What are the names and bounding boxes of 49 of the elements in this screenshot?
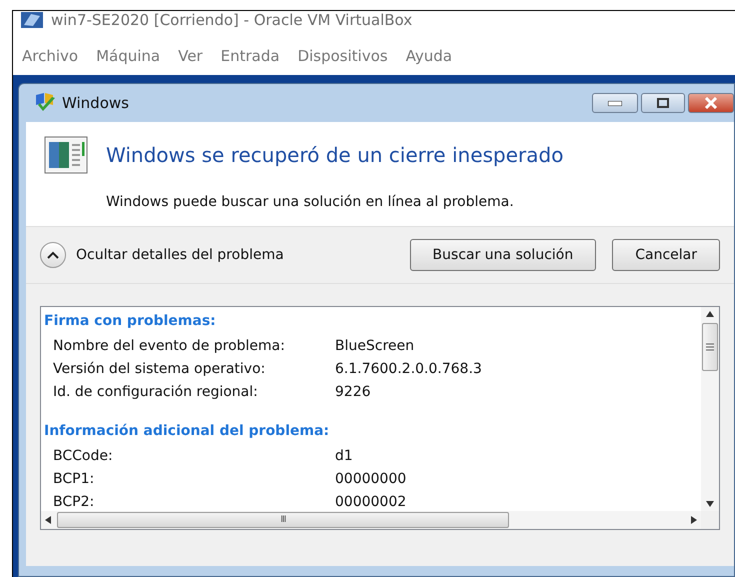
- horizontal-scrollbar[interactable]: III: [41, 511, 701, 529]
- scroll-right-icon[interactable]: [691, 516, 697, 524]
- detail-label: Versión del sistema operativo:: [53, 360, 266, 376]
- detail-label: BCCode:: [53, 448, 114, 464]
- maximize-icon: [657, 98, 669, 108]
- details-toggle-label[interactable]: Ocultar detalles del problema: [76, 247, 284, 263]
- close-button[interactable]: [688, 93, 734, 113]
- dialog-heading: Windows se recuperó de un cierre inesperado: [106, 143, 564, 167]
- menu-item[interactable]: Dispositivos: [288, 47, 397, 65]
- maximize-button[interactable]: [641, 93, 685, 113]
- scrollbar-corner: [701, 511, 719, 529]
- window-title: win7-SE2020 [Corriendo] - Oracle VM VirtualBox: [51, 11, 412, 29]
- detail-label: BCP1:: [53, 470, 96, 486]
- cancel-button[interactable]: Cancelar: [612, 239, 720, 271]
- scroll-left-icon[interactable]: [45, 516, 51, 524]
- dialog-title: Windows: [62, 94, 129, 112]
- detail-value: BlueScreen: [335, 338, 416, 354]
- scroll-up-icon[interactable]: [706, 311, 714, 317]
- detail-value: 00000002: [335, 494, 408, 510]
- detail-label: Id. de configuración regional:: [53, 384, 259, 400]
- section-heading: Firma con problemas:: [44, 313, 217, 331]
- menu-item[interactable]: Máquina: [87, 47, 170, 65]
- scroll-down-icon[interactable]: [706, 501, 714, 507]
- vertical-scrollbar[interactable]: [701, 307, 719, 511]
- minimize-icon: [608, 100, 622, 106]
- scroll-grip: III: [280, 515, 286, 525]
- find-solution-button[interactable]: Buscar una solución: [410, 239, 596, 271]
- menu-item[interactable]: Ayuda: [396, 47, 462, 65]
- grip-icon: [706, 343, 714, 351]
- menu-item[interactable]: Ver: [169, 47, 212, 65]
- menu-item[interactable]: Entrada: [212, 47, 289, 65]
- detail-value: 00000000: [335, 470, 408, 486]
- scroll-thumb[interactable]: III: [57, 512, 509, 528]
- menu-item[interactable]: Archivo: [13, 47, 88, 65]
- scroll-thumb[interactable]: [702, 323, 718, 371]
- dialog-message: Windows puede buscar una solución en línea al problema.: [106, 194, 515, 210]
- close-icon: [704, 97, 718, 109]
- collapse-toggle[interactable]: [40, 242, 66, 268]
- shield-check-icon: [34, 93, 56, 113]
- chevron-icon: [47, 251, 59, 259]
- window-list-icon: [44, 136, 88, 174]
- detail-label: Nombre del evento de problema:: [53, 338, 286, 354]
- detail-value: 6.1.7600.2.0.0.768.3: [335, 360, 483, 376]
- app-logo-icon: [21, 11, 43, 29]
- section-heading: Información adicional del problema:: [44, 423, 330, 441]
- minimize-button[interactable]: [592, 93, 638, 113]
- detail-value: d1: [335, 448, 354, 464]
- detail-label: BCP2:: [53, 494, 96, 510]
- detail-value: 9226: [335, 384, 372, 400]
